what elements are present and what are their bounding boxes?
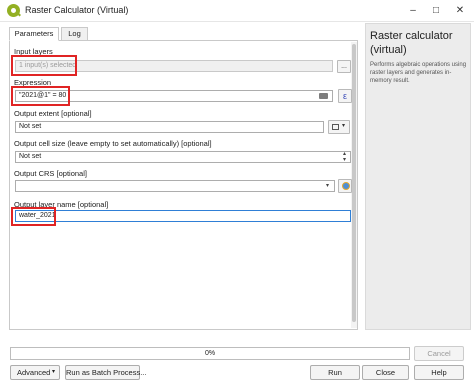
chevron-down-icon[interactable]: ▾ [326,182,329,189]
chevron-down-icon: ▾ [342,123,346,129]
help-description: Performs algebraic operations using rast… [370,62,467,84]
extent-icon [332,124,339,130]
layer-name-highlight [11,207,56,226]
crs-selector-button[interactable] [338,179,352,193]
input-layers-highlight [11,55,77,76]
chevron-down-icon: ▾ [51,369,55,375]
extent-selector-button[interactable]: ▾ [328,120,350,134]
expression-highlight [11,86,70,106]
close-icon[interactable]: ✕ [452,3,468,19]
run-batch-button[interactable]: Run as Batch Process... [65,365,146,380]
cancel-button[interactable]: Cancel [414,346,464,361]
crs-label: Output CRS [optional] [14,169,87,178]
cell-size-label: Output cell size (leave empty to set aut… [14,139,212,148]
run-button[interactable]: Run [310,365,360,380]
layer-name-input[interactable]: water_2021 [15,210,351,222]
maximize-icon[interactable]: □ [428,3,444,19]
clear-expression-icon[interactable] [319,93,328,99]
output-extent-field[interactable]: Not set [15,121,324,133]
title-bar: Raster Calculator (Virtual) – □ ✕ [0,0,474,22]
expression-builder-button[interactable]: ε [338,89,352,103]
input-layers-browse-button[interactable]: ... [337,60,351,73]
advanced-button-label: Advanced [17,368,51,377]
crs-select[interactable] [15,180,335,192]
minimize-icon[interactable]: – [405,3,421,19]
close-button[interactable]: Close [362,365,409,380]
globe-icon [342,182,350,190]
help-title: Raster calculator (virtual) [370,30,453,56]
progress-bar: 0% [10,347,410,360]
advanced-button[interactable]: Advanced ▾ [10,365,60,380]
tab-parameters[interactable]: Parameters [9,27,59,41]
output-extent-label: Output extent [optional] [14,109,92,118]
qgis-logo-icon [7,4,20,17]
scrollbar-thumb[interactable] [352,44,356,322]
cell-size-field[interactable]: Not set [15,151,351,163]
spin-down-icon[interactable]: ▾ [343,156,346,163]
help-button[interactable]: Help [414,365,464,380]
help-panel: Raster calculator (virtual) Performs alg… [365,23,471,330]
window-title: Raster Calculator (Virtual) [25,5,129,15]
tab-log[interactable]: Log [61,27,88,41]
